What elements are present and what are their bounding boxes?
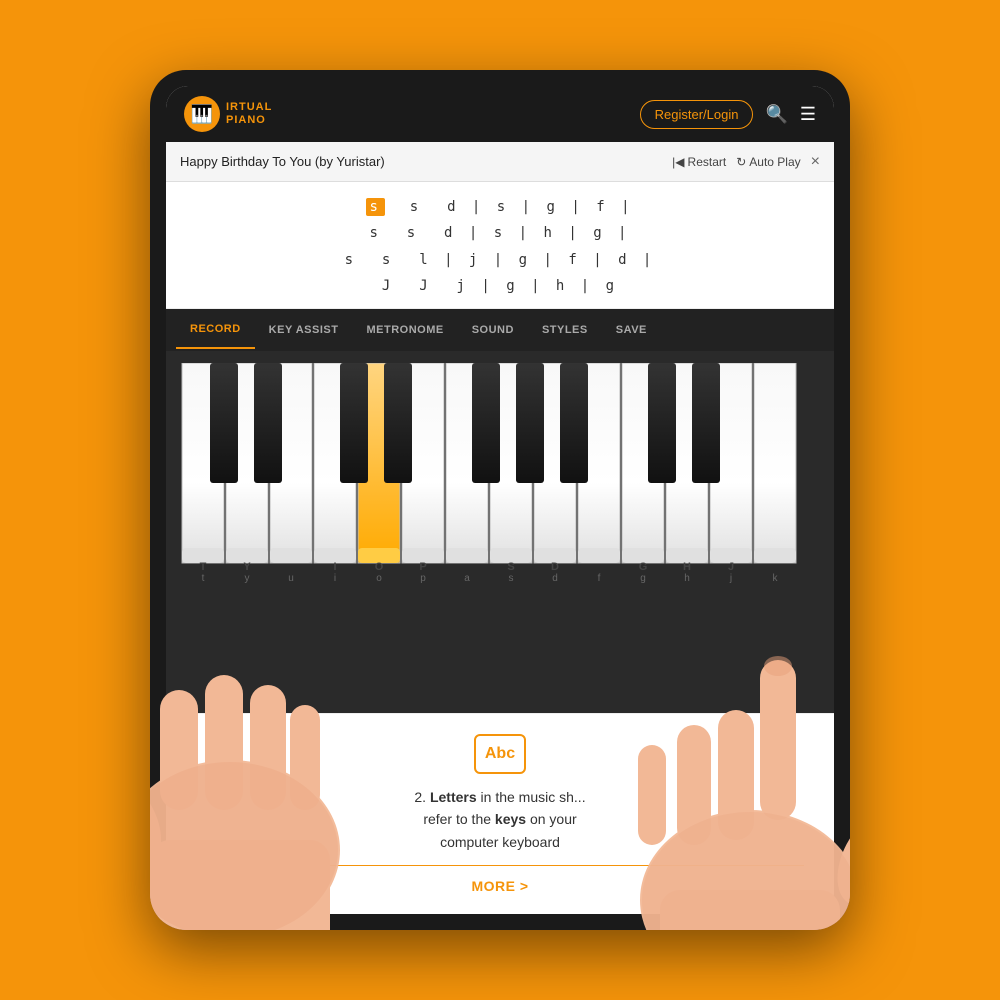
piano-keys: T Y I: [174, 363, 826, 583]
toolbar-record[interactable]: RECORD: [176, 311, 255, 349]
song-banner: Happy Birthday To You (by Yuristar) |◀ R…: [166, 142, 834, 182]
toolbar-key-assist[interactable]: KEY ASSIST: [255, 312, 353, 348]
svg-text:p: p: [420, 573, 426, 583]
header: 🎹 IRTUAL PIANO Register/Login 🔍 ☰: [166, 86, 834, 142]
svg-text:a: a: [464, 573, 470, 583]
svg-text:u: u: [288, 573, 294, 583]
toolbar-metronome[interactable]: METRONOME: [352, 312, 457, 348]
key-label-T: T: [200, 561, 207, 573]
white-key-k[interactable]: [754, 363, 796, 563]
black-key-4[interactable]: [384, 363, 412, 483]
logo-text: IRTUAL PIANO: [226, 101, 272, 127]
header-right: Register/Login 🔍 ☰: [640, 100, 816, 129]
black-key-8[interactable]: [648, 363, 676, 483]
logo: 🎹 IRTUAL PIANO: [184, 96, 272, 132]
lower-key-labels: t y u i o p a s d f g h j: [202, 573, 779, 583]
tablet-device: 🎹 IRTUAL PIANO Register/Login 🔍 ☰ Happy …: [150, 70, 850, 930]
svg-text:s: s: [509, 573, 514, 583]
key-label-S: S: [507, 561, 514, 573]
black-key-1[interactable]: [210, 363, 238, 483]
svg-text:h: h: [684, 573, 690, 583]
svg-text:t: t: [202, 573, 205, 583]
key-label-Y: Y: [243, 561, 251, 573]
toolbar: RECORD KEY ASSIST METRONOME SOUND STYLES…: [166, 309, 834, 351]
key-label-O: O: [375, 561, 384, 573]
key-label-I: I: [333, 561, 336, 573]
song-title: Happy Birthday To You (by Yuristar): [180, 154, 385, 169]
piano-svg: T Y I: [180, 363, 820, 583]
svg-text:j: j: [729, 573, 732, 583]
sheet-row-2: s s d | s | h | g |: [369, 222, 630, 244]
svg-text:i: i: [334, 573, 336, 583]
register-login-button[interactable]: Register/Login: [640, 100, 754, 129]
tablet-screen: 🎹 IRTUAL PIANO Register/Login 🔍 ☰ Happy …: [166, 86, 834, 914]
highlighted-note: s: [366, 198, 384, 216]
black-key-2[interactable]: [254, 363, 282, 483]
svg-text:k: k: [773, 573, 779, 583]
restart-button[interactable]: |◀ Restart: [672, 155, 726, 169]
piano-container: T Y I: [166, 351, 834, 713]
black-key-6[interactable]: [516, 363, 544, 483]
black-key-9[interactable]: [692, 363, 720, 483]
sheet-row-1: s s d | s | g | f |: [366, 196, 633, 218]
black-key-7[interactable]: [560, 363, 588, 483]
info-text: 2. Letters in the music sh... refer to t…: [414, 786, 585, 853]
menu-icon[interactable]: ☰: [800, 104, 816, 125]
abc-icon: Abc: [474, 734, 526, 774]
sheet-row-3: s s l | j | g | f | d |: [345, 249, 656, 271]
logo-icon: 🎹: [184, 96, 220, 132]
more-link[interactable]: MORE >: [196, 865, 804, 894]
toolbar-save[interactable]: SAVE: [602, 312, 661, 348]
toolbar-sound[interactable]: SOUND: [458, 312, 528, 348]
toolbar-styles[interactable]: STYLES: [528, 312, 602, 348]
key-label-P: P: [419, 561, 426, 573]
key-label-D: D: [551, 561, 559, 573]
svg-text:d: d: [552, 573, 558, 583]
key-label-J: J: [728, 561, 734, 573]
info-letters-bold: Letters: [430, 789, 477, 805]
autoplay-button[interactable]: ↻ Auto Play: [736, 155, 800, 169]
black-key-5[interactable]: [472, 363, 500, 483]
search-icon[interactable]: 🔍: [765, 104, 787, 125]
close-button[interactable]: ×: [811, 153, 820, 171]
info-section: Abc 2. Letters in the music sh... refer …: [166, 713, 834, 914]
sheet-music: s s d | s | g | f | s s d | s | h | g | …: [166, 182, 834, 309]
svg-text:o: o: [376, 573, 382, 583]
svg-text:f: f: [598, 573, 601, 583]
key-label-G: G: [639, 561, 648, 573]
key-label-H: H: [683, 561, 691, 573]
black-key-3[interactable]: [340, 363, 368, 483]
svg-text:y: y: [245, 573, 250, 583]
info-keys-bold: keys: [495, 811, 526, 827]
sheet-row-4: J J j | g | h | g: [382, 275, 618, 297]
song-controls: |◀ Restart ↻ Auto Play ×: [672, 153, 820, 171]
svg-text:g: g: [640, 573, 646, 583]
